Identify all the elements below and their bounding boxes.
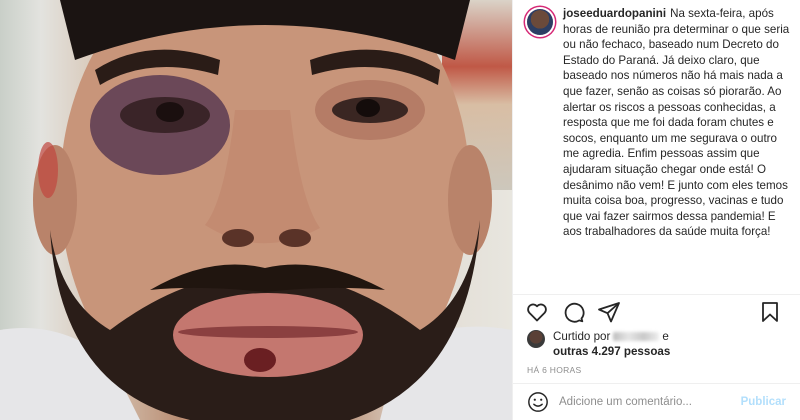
caption-text: Na sexta-feira, após horas de reunião pr…: [563, 7, 790, 239]
likes-text: Curtido por e outras 4.297 pessoas: [553, 329, 670, 359]
heart-icon[interactable]: [525, 300, 549, 324]
comment-form: Publicar: [513, 384, 800, 420]
smiley-icon[interactable]: [527, 391, 549, 413]
user-avatar[interactable]: [527, 9, 553, 35]
share-icon[interactable]: [597, 300, 621, 324]
likes-conjunction: e: [662, 330, 669, 343]
post-caption: joseeduardopanini Na sexta-feira, após ho…: [563, 6, 790, 240]
liker-avatar[interactable]: [527, 330, 545, 348]
likes-prefix: Curtido por: [553, 330, 611, 343]
post-photo[interactable]: [0, 0, 512, 420]
post-sidebar: joseeduardopanini Na sexta-feira, após ho…: [512, 0, 800, 420]
likes-summary: Curtido por e outras 4.297 pessoas: [513, 329, 800, 359]
blurred-username: [613, 332, 660, 342]
comment-input[interactable]: [559, 396, 733, 408]
bookmark-icon[interactable]: [758, 300, 782, 324]
comment-icon[interactable]: [561, 300, 585, 324]
caption-username[interactable]: joseeduardopanini: [563, 7, 666, 20]
caption-section: joseeduardopanini Na sexta-feira, após ho…: [513, 0, 800, 295]
instagram-post: joseeduardopanini Na sexta-feira, após ho…: [0, 0, 800, 420]
post-timestamp[interactable]: HÁ 6 HORAS: [513, 359, 800, 384]
publish-button[interactable]: Publicar: [741, 396, 786, 408]
likes-others-link[interactable]: outras 4.297 pessoas: [553, 345, 670, 358]
action-bar: [513, 295, 800, 329]
face-illustration: [0, 0, 512, 420]
